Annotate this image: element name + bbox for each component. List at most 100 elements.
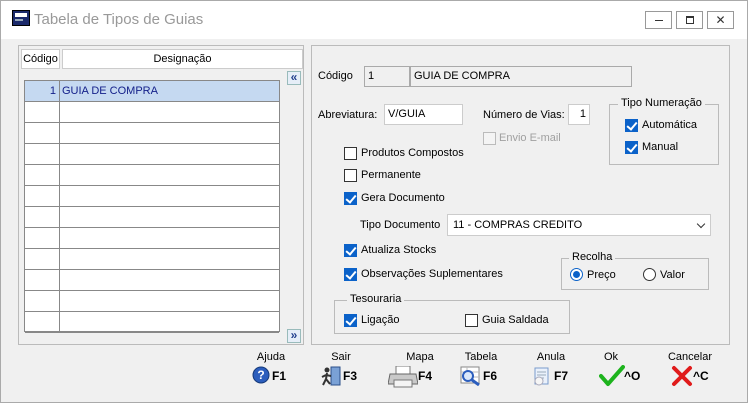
annul-icon (534, 367, 549, 386)
cell-codigo[interactable] (25, 144, 60, 164)
atualiza-stocks-checkbox[interactable] (344, 244, 357, 257)
table-row[interactable] (25, 312, 279, 333)
valor-radio[interactable] (643, 268, 656, 281)
table-row[interactable] (25, 228, 279, 249)
manual-checkbox[interactable] (625, 141, 638, 154)
cell-designacao[interactable] (61, 270, 279, 290)
cell-codigo[interactable] (25, 228, 60, 248)
maximize-button[interactable] (676, 11, 703, 29)
anula-label: Anula (536, 351, 566, 363)
close-button[interactable]: ✕ (707, 11, 734, 29)
table-row[interactable]: 1 GUIA DE COMPRA (25, 81, 279, 102)
main-window: Tabela de Tipos de Guias ✕ Código Design… (0, 0, 748, 403)
anula-key: F7 (554, 369, 569, 383)
table-row[interactable] (25, 249, 279, 270)
codigo-label: Código (318, 70, 353, 82)
observacoes-suplementares-label: Observações Suplementares (361, 268, 503, 280)
table-row[interactable] (25, 270, 279, 291)
abreviatura-input[interactable]: V/GUIA (384, 104, 463, 125)
cell-designacao[interactable] (61, 123, 279, 143)
guides-table[interactable]: 1 GUIA DE COMPRA (24, 80, 280, 333)
produtos-compostos-checkbox[interactable] (344, 147, 357, 160)
cell-designacao[interactable] (61, 186, 279, 206)
cell-designacao[interactable]: GUIA DE COMPRA (61, 81, 279, 101)
cell-designacao[interactable] (61, 249, 279, 269)
cell-codigo[interactable] (25, 165, 60, 185)
cell-codigo[interactable]: 1 (25, 81, 60, 101)
automatica-label: Automática (642, 119, 698, 131)
close-icon: ✕ (715, 13, 726, 27)
app-icon (12, 10, 30, 26)
cell-codigo[interactable] (25, 186, 60, 206)
cell-codigo[interactable] (25, 312, 60, 332)
column-header-codigo[interactable]: Código (21, 49, 60, 69)
ok-button[interactable]: Ok ^O (583, 351, 640, 389)
ok-label: Ok (603, 351, 619, 363)
ligacao-checkbox[interactable] (344, 314, 357, 327)
tabela-key: F6 (483, 369, 498, 383)
envio-email-checkbox[interactable] (483, 132, 496, 145)
cell-designacao[interactable] (61, 291, 279, 311)
anula-button[interactable]: Anula F7 (523, 351, 579, 389)
ligacao-label: Ligação (361, 314, 400, 326)
chevron-down-icon (696, 219, 706, 229)
mapa-button[interactable]: Mapa F4 (386, 351, 442, 389)
permanente-checkbox[interactable] (344, 169, 357, 182)
exit-icon (321, 366, 341, 386)
cancelar-label: Cancelar (667, 351, 713, 363)
cancelar-button[interactable]: Cancelar ^C (662, 351, 718, 389)
cell-codigo[interactable] (25, 123, 60, 143)
column-header-designacao[interactable]: Designação (62, 49, 303, 69)
tipo-documento-value: 11 - COMPRAS CREDITO (453, 219, 583, 231)
sair-button[interactable]: Sair F3 (313, 351, 369, 389)
table-row[interactable] (25, 186, 279, 207)
cancel-x-icon (672, 366, 692, 386)
minimize-button[interactable] (645, 11, 672, 29)
cell-codigo[interactable] (25, 291, 60, 311)
title-bar[interactable]: Tabela de Tipos de Guias ✕ (1, 1, 747, 39)
ajuda-key: F1 (272, 369, 287, 383)
mapa-key: F4 (418, 369, 433, 383)
gera-documento-checkbox[interactable] (344, 192, 357, 205)
cell-designacao[interactable] (61, 165, 279, 185)
tabela-button[interactable]: Tabela F6 (453, 351, 509, 389)
cell-designacao[interactable] (61, 144, 279, 164)
tipo-numeracao-label: Tipo Numeração (618, 97, 705, 109)
cell-codigo[interactable] (25, 207, 60, 227)
permanente-label: Permanente (361, 169, 421, 181)
tesouraria-label: Tesouraria (347, 293, 405, 305)
cell-designacao[interactable] (61, 102, 279, 122)
cell-designacao[interactable] (61, 207, 279, 227)
cell-codigo[interactable] (25, 249, 60, 269)
table-row[interactable] (25, 102, 279, 123)
abreviatura-label: Abreviatura: (318, 109, 378, 121)
codigo-description-field[interactable]: GUIA DE COMPRA (410, 66, 632, 87)
preco-radio[interactable] (570, 268, 583, 281)
collapse-left-icon[interactable]: « (287, 71, 301, 85)
valor-label: Valor (660, 269, 685, 281)
cell-codigo[interactable] (25, 102, 60, 122)
check-icon (599, 365, 625, 386)
cell-codigo[interactable] (25, 270, 60, 290)
table-row[interactable] (25, 144, 279, 165)
gera-documento-label: Gera Documento (361, 192, 445, 204)
observacoes-suplementares-checkbox[interactable] (344, 268, 357, 281)
tipo-documento-select[interactable]: 11 - COMPRAS CREDITO (447, 214, 711, 236)
codigo-field[interactable]: 1 (364, 66, 410, 87)
automatica-checkbox[interactable] (625, 119, 638, 132)
tabela-label: Tabela (464, 351, 498, 363)
table-row[interactable] (25, 291, 279, 312)
table-row[interactable] (25, 207, 279, 228)
expand-right-icon[interactable]: » (287, 329, 301, 343)
guia-saldada-checkbox[interactable] (465, 314, 478, 327)
numero-vias-input[interactable]: 1 (568, 104, 590, 125)
sair-label: Sair (331, 351, 351, 363)
table-row[interactable] (25, 123, 279, 144)
table-row[interactable] (25, 165, 279, 186)
ajuda-button[interactable]: Ajuda ? F1 (243, 351, 299, 389)
cell-designacao[interactable] (61, 312, 279, 332)
cell-designacao[interactable] (61, 228, 279, 248)
mapa-label: Mapa (406, 351, 434, 363)
help-icon: ? (252, 366, 270, 384)
atualiza-stocks-label: Atualiza Stocks (361, 244, 437, 256)
